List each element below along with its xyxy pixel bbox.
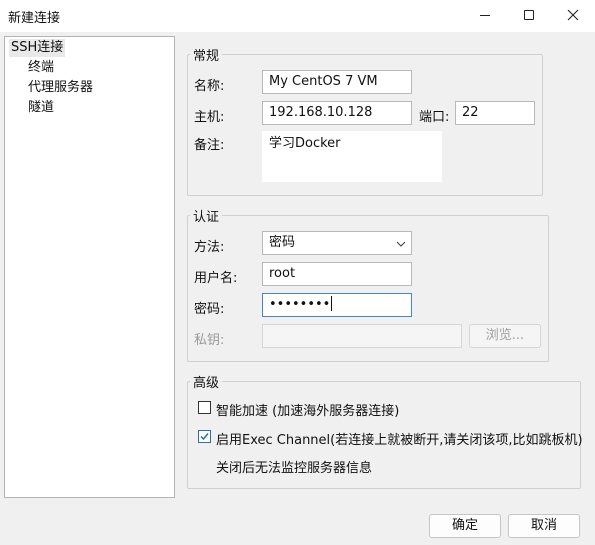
password-label: 密码: xyxy=(194,302,225,317)
minimize-button[interactable] xyxy=(462,0,508,30)
auth-group-title: 认证 xyxy=(190,206,223,225)
title-bar: 新建连接 xyxy=(0,0,595,32)
note-label: 备注: xyxy=(194,138,225,153)
browse-button: 浏览... xyxy=(469,324,541,348)
password-input[interactable]: •••••••• xyxy=(262,293,412,317)
note-textarea[interactable]: 学习Docker xyxy=(262,131,442,182)
private-key-input xyxy=(262,324,462,348)
name-label: 名称: xyxy=(194,79,225,94)
port-label: 端口: xyxy=(419,110,450,125)
tree-item-proxy[interactable]: 代理服务器 xyxy=(28,79,93,97)
checkmark-icon xyxy=(200,433,209,441)
close-button[interactable] xyxy=(550,0,595,30)
exec-channel-label[interactable]: 启用Exec Channel(若连接上就被断开,请关闭该项,比如跳板机) xyxy=(216,429,583,448)
method-label: 方法: xyxy=(194,240,225,255)
advanced-group-title: 高级 xyxy=(190,372,223,391)
chevron-down-icon xyxy=(396,241,406,247)
smart-accel-checkbox[interactable] xyxy=(198,401,211,414)
password-dots: •••••••• xyxy=(269,297,331,312)
port-input[interactable]: 22 xyxy=(455,101,535,125)
general-group-title: 常规 xyxy=(190,45,223,64)
tree-item-terminal[interactable]: 终端 xyxy=(28,59,54,77)
exec-channel-checkbox[interactable] xyxy=(198,430,211,443)
ok-button[interactable]: 确定 xyxy=(429,514,501,538)
host-input[interactable]: 192.168.10.128 xyxy=(262,101,412,125)
minimize-icon xyxy=(480,14,490,16)
host-label: 主机: xyxy=(194,110,225,125)
close-icon xyxy=(567,9,579,21)
method-select[interactable]: 密码 xyxy=(262,231,412,255)
maximize-icon xyxy=(524,10,534,20)
window-title: 新建连接 xyxy=(8,11,61,26)
settings-tree: SSH连接 终端 代理服务器 隧道 xyxy=(4,36,175,498)
maximize-button[interactable] xyxy=(506,0,552,30)
text-caret xyxy=(331,296,333,311)
private-key-label: 私钥: xyxy=(194,333,225,348)
username-input[interactable]: root xyxy=(262,262,412,286)
exec-channel-note: 关闭后无法监控服务器信息 xyxy=(216,461,373,476)
tree-item-ssh[interactable]: SSH连接 xyxy=(9,39,66,57)
smart-accel-label[interactable]: 智能加速 (加速海外服务器连接) xyxy=(216,400,399,419)
tree-item-tunnel[interactable]: 隧道 xyxy=(28,99,54,117)
username-label: 用户名: xyxy=(194,271,238,286)
cancel-button[interactable]: 取消 xyxy=(508,514,580,538)
method-select-value: 密码 xyxy=(269,235,296,250)
name-input[interactable]: My CentOS 7 VM xyxy=(262,70,412,94)
